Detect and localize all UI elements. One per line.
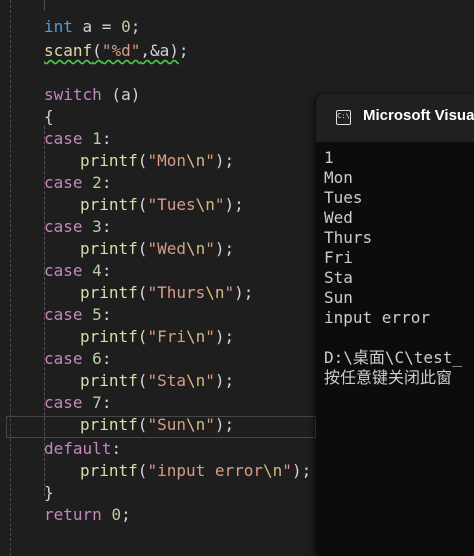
gutter-guide xyxy=(10,0,11,556)
code-line-close-brace[interactable]: } xyxy=(44,482,54,504)
code-line-case-printf[interactable]: printf("Mon\n"); xyxy=(80,150,234,172)
console-output-line: Sun xyxy=(324,288,353,307)
code-line-case[interactable]: case 1: xyxy=(44,128,111,150)
console-titlebar[interactable]: C:\ Microsoft Visual xyxy=(316,94,474,142)
code-line-case-printf[interactable]: printf("Sun\n"); xyxy=(80,414,234,436)
code-line-case-printf[interactable]: printf("Sta\n"); xyxy=(80,370,234,392)
code-line-default[interactable]: default: xyxy=(44,438,121,460)
terminal-icon: C:\ xyxy=(336,110,351,125)
code-line-case-printf[interactable]: printf("Thurs\n"); xyxy=(80,282,253,304)
code-line-default-printf[interactable]: printf("input error\n"); xyxy=(80,460,311,482)
console-output-line: 1 xyxy=(324,148,334,167)
code-line-case[interactable]: case 2: xyxy=(44,172,111,194)
indent-guide-top xyxy=(44,0,45,10)
code-line-case[interactable]: case 3: xyxy=(44,216,111,238)
code-line-int[interactable]: int a = 0; xyxy=(44,16,140,38)
console-output-line: 按任意键关闭此窗 xyxy=(324,368,453,387)
console-output-line: input error xyxy=(324,308,430,327)
console-output-line: Tues xyxy=(324,188,363,207)
code-line-case-printf[interactable]: printf("Fri\n"); xyxy=(80,326,234,348)
console-output-line: Mon xyxy=(324,168,353,187)
code-line-switch[interactable]: switch (a) xyxy=(44,84,140,106)
code-line-case[interactable]: case 5: xyxy=(44,304,111,326)
code-line-return[interactable]: return 0; xyxy=(44,504,131,526)
code-line-case[interactable]: case 4: xyxy=(44,260,111,282)
console-title: Microsoft Visual xyxy=(363,107,474,124)
code-line-case-printf[interactable]: printf("Tues\n"); xyxy=(80,194,244,216)
console-output-line: Wed xyxy=(324,208,353,227)
console-output-line: Sta xyxy=(324,268,353,287)
code-line-case[interactable]: case 6: xyxy=(44,348,111,370)
console-window[interactable]: C:\ Microsoft Visual 1 Mon Tues Wed Thurs Fri… xyxy=(316,94,474,556)
console-output-line: Thurs xyxy=(324,228,373,247)
code-line-case-printf[interactable]: printf("Wed\n"); xyxy=(80,238,234,260)
code-line-case[interactable]: case 7: xyxy=(44,392,111,414)
code-line-scanf[interactable]: scanf("%d",&a); xyxy=(44,40,189,62)
console-output-line: D:\桌面\C\test_ xyxy=(324,348,462,367)
console-output-line: Fri xyxy=(324,248,353,267)
code-line-open-brace[interactable]: { xyxy=(44,106,54,128)
